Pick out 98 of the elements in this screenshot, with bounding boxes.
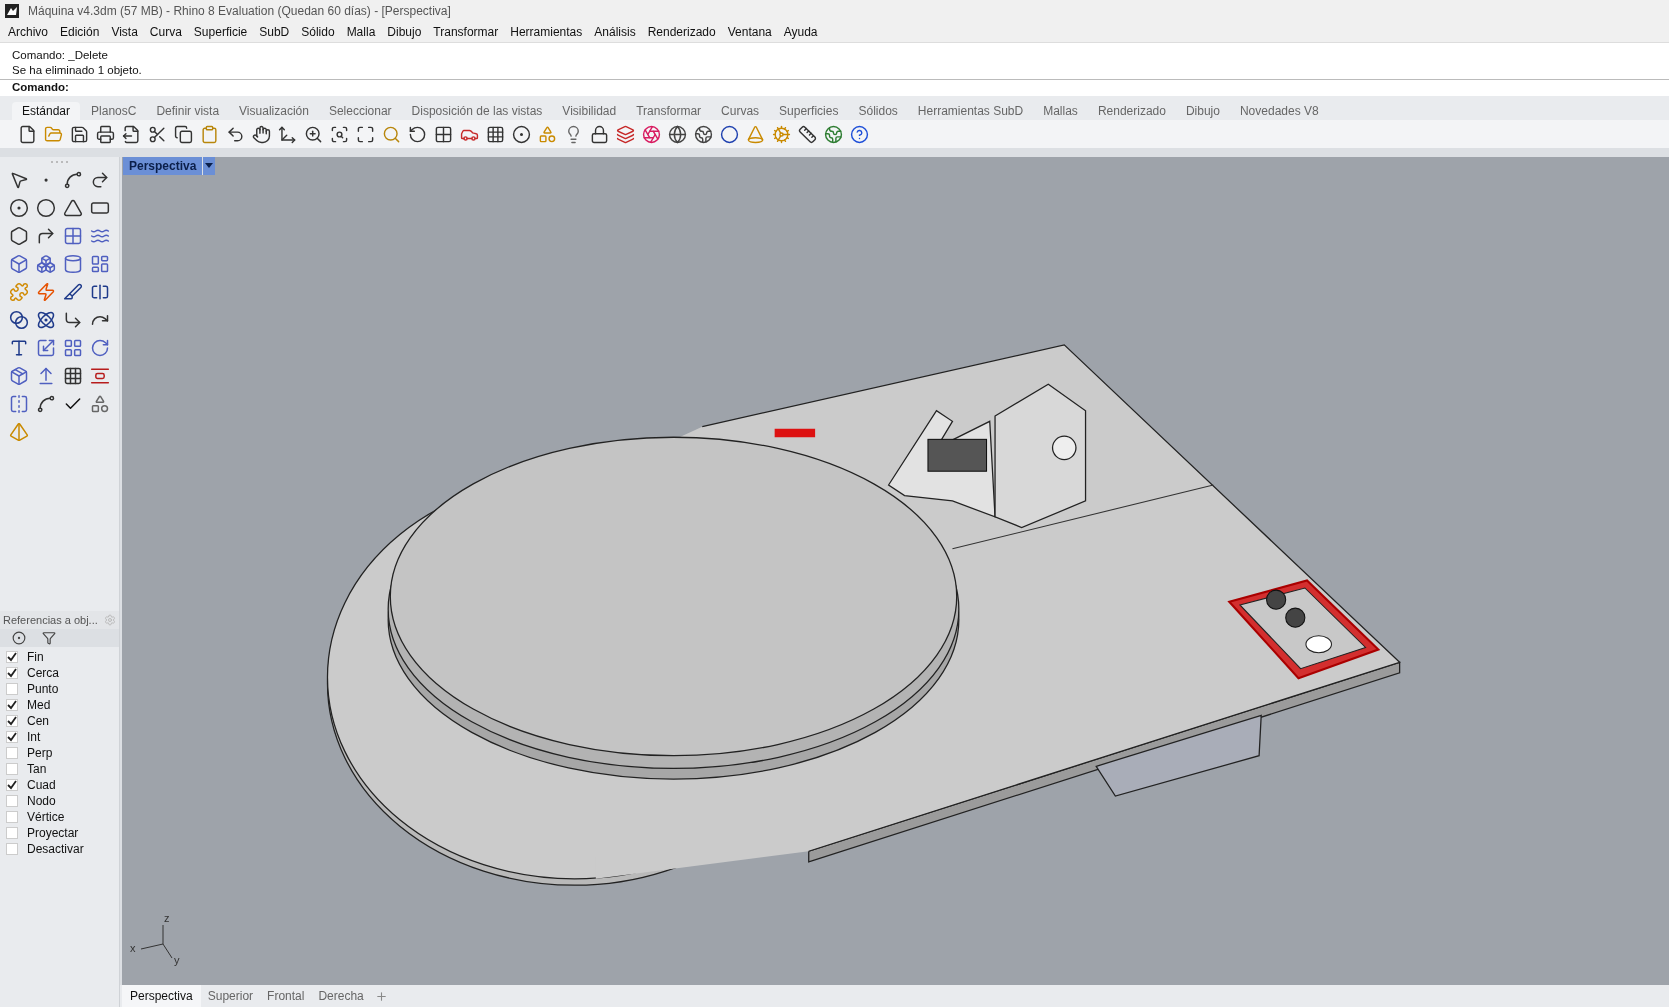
hand-icon[interactable] xyxy=(252,124,271,144)
toolbar-tab[interactable]: Novedades V8 xyxy=(1230,102,1328,120)
menu-item[interactable]: Dibujo xyxy=(381,23,428,41)
save-icon[interactable] xyxy=(70,124,89,144)
toolbar-tab[interactable]: Estándar xyxy=(12,102,81,120)
polygon-icon[interactable] xyxy=(9,226,30,246)
menu-item[interactable]: Curva xyxy=(143,23,188,41)
command-input[interactable]: Comando: xyxy=(0,79,1669,96)
menu-item[interactable]: Superficie xyxy=(187,23,254,41)
rhino-logo-icon xyxy=(4,3,20,19)
view-tab[interactable]: Derecha xyxy=(311,985,371,1007)
zoom-in-icon[interactable] xyxy=(304,124,323,144)
snap-label: Punto xyxy=(27,681,59,698)
shapes-icon[interactable] xyxy=(538,124,557,144)
polyline-icon[interactable] xyxy=(62,170,83,190)
toolbar-tab[interactable]: Herramientas SubD xyxy=(908,102,1033,120)
toolbar-tab[interactable]: Disposición de las vistas xyxy=(402,102,552,120)
snap-label: Proyectar xyxy=(27,825,79,842)
snap-label: Int xyxy=(27,729,41,746)
snap-label: Med xyxy=(27,697,51,714)
toolbar-tab[interactable]: Curvas xyxy=(712,102,769,120)
menu-item[interactable]: Renderizado xyxy=(641,23,722,41)
toolbar-tab[interactable]: Visualización xyxy=(230,102,318,120)
toolbar-tab[interactable]: PlanosC xyxy=(82,102,146,120)
viewport-menu-button[interactable] xyxy=(202,157,216,175)
dimension-icon[interactable] xyxy=(798,124,817,144)
menu-item[interactable]: Ventana xyxy=(721,23,778,41)
boolean-icon[interactable] xyxy=(9,310,30,330)
axis-label: x xyxy=(130,943,136,954)
toolbar-tab[interactable]: Superficies xyxy=(770,102,848,120)
snap-checkbox[interactable] xyxy=(6,715,18,727)
toolbar-tab[interactable]: Visibilidad xyxy=(553,102,626,120)
command-history-line: Comando: _Delete xyxy=(12,48,109,63)
axis-label: z xyxy=(164,913,170,924)
menu-item[interactable]: Edición xyxy=(54,23,106,41)
menu-item[interactable]: Vista xyxy=(105,23,144,41)
globe-icon[interactable] xyxy=(824,124,843,144)
export-file-icon[interactable] xyxy=(122,124,141,144)
box-icon[interactable] xyxy=(9,254,30,274)
menu-item[interactable]: Análisis xyxy=(588,23,642,41)
menu-item[interactable]: SubD xyxy=(253,23,296,41)
layers-icon[interactable] xyxy=(616,124,635,144)
wireframe-sphere-icon[interactable] xyxy=(668,124,687,144)
snap-checkbox[interactable] xyxy=(6,779,18,791)
snap-checkbox[interactable] xyxy=(6,667,18,679)
snap-label: Nodo xyxy=(27,793,56,810)
rotate-icon[interactable] xyxy=(89,338,110,358)
command-history-line: Se ha eliminado 1 objeto. xyxy=(12,63,143,78)
menu-item[interactable]: Sólido xyxy=(295,23,341,41)
snap-label: Cen xyxy=(27,713,49,730)
snap-checkbox[interactable] xyxy=(6,731,18,743)
toolbar-tab[interactable]: Renderizado xyxy=(1088,102,1175,120)
snap-label: Desactivar xyxy=(27,841,84,858)
menu-item[interactable]: Ayuda xyxy=(777,23,824,41)
view-tab[interactable]: Perspectiva xyxy=(122,985,201,1007)
cone-icon[interactable] xyxy=(746,124,765,144)
pointer-icon[interactable] xyxy=(9,170,30,190)
toolbar-tab[interactable]: Definir vista xyxy=(147,102,229,120)
panel-title: Referencias a obj... xyxy=(3,612,98,628)
menu-item[interactable]: Herramientas xyxy=(504,23,589,41)
snap-target-icon[interactable] xyxy=(12,631,26,645)
snap-checkbox[interactable] xyxy=(6,651,18,663)
toolbar-tab[interactable]: Mallas xyxy=(1034,102,1087,120)
lock-icon[interactable] xyxy=(590,124,609,144)
caret-icon xyxy=(205,163,214,169)
window-title: Máquina v4.3dm (57 MB) - Rhino 8 Evaluation (Quedan 60 días) - [Perspectiva] xyxy=(28,3,451,20)
scissors-icon[interactable] xyxy=(148,124,167,144)
snap-checkbox[interactable] xyxy=(6,699,18,711)
snap-label: Vértice xyxy=(27,809,65,826)
menu-item[interactable]: Archivo xyxy=(2,23,54,41)
viewport-title[interactable]: Perspectiva xyxy=(123,157,203,175)
primitives-icon[interactable] xyxy=(89,394,110,414)
clipboard-icon[interactable] xyxy=(200,124,219,144)
open-folder-icon[interactable] xyxy=(44,124,63,144)
view-tab[interactable]: Superior xyxy=(200,985,261,1007)
snap-label: Tan xyxy=(27,761,47,778)
help-icon[interactable] xyxy=(850,124,869,144)
new-file-icon[interactable] xyxy=(18,124,37,144)
menu-item[interactable]: Transformar xyxy=(427,23,505,41)
add-view-icon[interactable] xyxy=(374,989,388,1003)
toolbar-tab[interactable]: Seleccionar xyxy=(319,102,401,120)
printer-icon[interactable] xyxy=(96,124,115,144)
snap-label: Cuad xyxy=(27,777,56,794)
filter-icon[interactable] xyxy=(42,631,56,645)
menu-item[interactable]: Malla xyxy=(340,23,382,41)
perspective-viewport[interactable]: Perspectiva z x y xyxy=(120,157,1669,985)
axis-label: y xyxy=(174,955,180,966)
command-prompt: Comando: xyxy=(12,80,69,96)
toolbar-tab[interactable]: Dibujo xyxy=(1176,102,1229,120)
snap-label: Cerca xyxy=(27,665,59,682)
gear-icon[interactable] xyxy=(772,124,791,144)
toolbar-tab[interactable]: Sólidos xyxy=(849,102,907,120)
toolbar-tab[interactable]: Transformar xyxy=(627,102,711,120)
cylinder-icon[interactable] xyxy=(62,254,83,274)
view-tab[interactable]: Frontal xyxy=(260,985,312,1007)
copy-icon[interactable] xyxy=(174,124,193,144)
snap-label: Fin xyxy=(27,649,44,666)
snap-label: Perp xyxy=(27,745,53,762)
